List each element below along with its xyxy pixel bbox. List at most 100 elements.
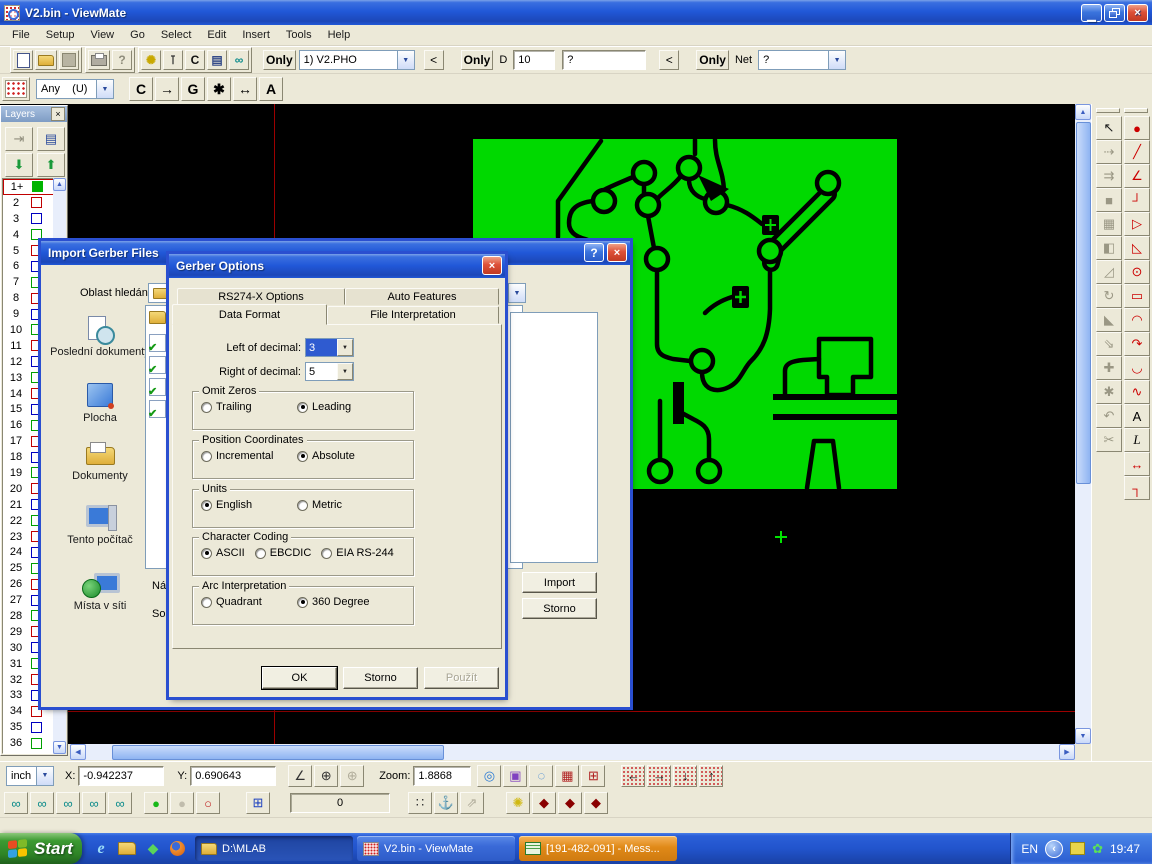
pad-corner-button[interactable]: ◆ <box>584 792 608 814</box>
layer-down-button[interactable]: ⬇ <box>5 153 33 177</box>
zoom-window-button[interactable]: ◌ <box>529 765 553 787</box>
circle-tool[interactable]: ⊙ <box>1124 260 1150 284</box>
tab-rs274x-options[interactable]: RS274-X Options <box>177 288 345 305</box>
radio-360-degree[interactable]: 360 Degree <box>297 596 370 608</box>
only-layer-button[interactable]: Only <box>263 50 296 70</box>
only-net-button[interactable]: Only <box>696 50 729 70</box>
label-tool[interactable]: L <box>1124 428 1150 452</box>
rectangle-tool[interactable]: ▭ <box>1124 284 1150 308</box>
cancel-button[interactable]: Storno <box>343 667 418 689</box>
radio-ebcdic[interactable]: EBCDIC <box>255 547 312 559</box>
scroll-down-button[interactable]: ▼ <box>1075 728 1091 744</box>
vertical-scroll-thumb[interactable] <box>1076 122 1091 484</box>
layers-scroll-up-button[interactable]: ▲ <box>53 178 66 191</box>
import-close-button[interactable]: × <box>607 243 627 262</box>
pad-small-button[interactable]: ◆ <box>558 792 582 814</box>
corner-tool[interactable]: ┐ <box>1124 476 1150 500</box>
right-of-decimal-arrow-icon[interactable]: ▼ <box>337 363 353 380</box>
zoom-value-field[interactable]: 1.8868 <box>413 766 471 786</box>
layers-scroll-down-button[interactable]: ▼ <box>53 741 66 754</box>
right-of-decimal-combo[interactable]: 5 ▼ <box>305 362 354 381</box>
pan-left-button[interactable]: ← <box>621 765 645 787</box>
fan-lines-tool[interactable]: ▷ <box>1124 212 1150 236</box>
layer-up-button[interactable]: ⬆ <box>37 153 65 177</box>
select-text-button[interactable]: A <box>259 77 283 101</box>
layers-panel-titlebar[interactable]: Layers × <box>1 106 67 122</box>
select-tool[interactable]: ↖ <box>1096 116 1122 140</box>
task-viewmate[interactable]: V2.bin - ViewMate <box>357 836 515 861</box>
place-tento-po-ta[interactable]: Tento počítač <box>50 503 150 546</box>
minimize-button[interactable]: ▁ <box>1081 4 1102 22</box>
checked-file-icon[interactable] <box>149 334 166 352</box>
scroll-right-button[interactable]: ▶ <box>1059 744 1075 760</box>
menu-insert[interactable]: Insert <box>234 27 278 43</box>
view-pads-button[interactable]: ∞ <box>4 792 28 814</box>
checked-file-icon[interactable] <box>149 378 166 396</box>
origin-crosshair-button[interactable]: ⊕ <box>314 765 338 787</box>
view-traces-button[interactable]: ∞ <box>30 792 54 814</box>
filled-pad-tool[interactable]: ■ <box>1096 188 1122 212</box>
left-of-decimal-combo[interactable]: 3 ▼ <box>305 338 354 357</box>
angle-measure-button[interactable]: ∠ <box>288 765 312 787</box>
open-file-button[interactable] <box>35 50 57 70</box>
gerber-dialog-titlebar[interactable]: Gerber Options <box>169 254 505 278</box>
tab-auto-features[interactable]: Auto Features <box>345 288 499 305</box>
toolbar-grip-left[interactable] <box>1096 108 1120 113</box>
tray-icon-2[interactable]: ✿ <box>1092 841 1103 857</box>
layer-send-button[interactable]: ⇥ <box>5 127 33 151</box>
prev-dcode-button[interactable]: < <box>659 50 679 70</box>
new-file-button[interactable] <box>13 50 33 70</box>
tray-chevron-button[interactable]: ‹ <box>1045 840 1063 858</box>
scroll-up-button[interactable]: ▲ <box>1075 104 1091 120</box>
menu-help[interactable]: Help <box>320 27 359 43</box>
radio-metric[interactable]: Metric <box>297 499 342 511</box>
zoom-in-button[interactable]: ◎ <box>477 765 501 787</box>
menu-tools[interactable]: Tools <box>278 27 320 43</box>
layer-stack-button[interactable]: ▤ <box>37 127 65 151</box>
apply-button[interactable]: Použít <box>424 667 499 689</box>
highlight-off-button[interactable]: ● <box>170 792 194 814</box>
quad-view-button[interactable]: ⊞ <box>246 792 270 814</box>
layers-close-button[interactable]: × <box>51 107 65 121</box>
film-colors-button[interactable]: ▤ <box>207 50 227 70</box>
tab-file-interpretation[interactable]: File Interpretation <box>327 306 499 324</box>
text-tool[interactable]: A <box>1124 404 1150 428</box>
menu-select[interactable]: Select <box>153 27 200 43</box>
snap-grid-button[interactable]: ∷ <box>408 792 432 814</box>
mirror-horizontal-tool[interactable]: ◧ <box>1096 236 1122 260</box>
menu-setup[interactable]: Setup <box>38 27 83 43</box>
menu-go[interactable]: Go <box>122 27 153 43</box>
view-sketch-button[interactable]: ∞ <box>108 792 132 814</box>
place-m-sta-v-s-ti[interactable]: Místa v síti <box>50 569 150 612</box>
snip-tool[interactable]: ✂ <box>1096 428 1122 452</box>
filled-area-tool[interactable]: ▦ <box>1096 212 1122 236</box>
rotate-tool[interactable]: ↻ <box>1096 284 1122 308</box>
tab-data-format[interactable]: Data Format <box>172 304 327 325</box>
elbow-trace-tool[interactable]: ┘ <box>1124 188 1150 212</box>
radio-trailing[interactable]: Trailing <box>201 401 287 413</box>
zoom-grid-button[interactable]: ▣ <box>503 765 527 787</box>
select-swap-button[interactable]: ↔ <box>233 77 257 101</box>
task-dmlab[interactable]: D:\MLAB <box>195 836 353 861</box>
measure-kit-button[interactable]: ⊺ <box>163 50 183 70</box>
radio-absolute[interactable]: Absolute <box>297 450 355 462</box>
settings-tool[interactable]: ✱ <box>1096 380 1122 404</box>
ie-icon[interactable]: e <box>92 840 110 858</box>
polyline-tool[interactable]: ∠ <box>1124 164 1150 188</box>
toolbar-grip-right[interactable] <box>1124 108 1148 113</box>
net-combo[interactable]: ? ▼ <box>758 50 846 70</box>
menu-view[interactable]: View <box>82 27 122 43</box>
explorer-folder-icon[interactable] <box>118 842 136 855</box>
curve-tool[interactable]: ↷ <box>1124 332 1150 356</box>
close-button[interactable]: × <box>1127 4 1148 22</box>
scale-tool[interactable]: ◣ <box>1096 308 1122 332</box>
pad-solid-button[interactable]: ◆ <box>532 792 556 814</box>
only-dcode-button[interactable]: Only <box>461 50 494 70</box>
print-button[interactable] <box>88 50 110 70</box>
dcode-field[interactable]: 10 <box>513 50 555 70</box>
start-button[interactable]: Start <box>0 833 82 864</box>
selection-filter-button[interactable] <box>2 77 30 101</box>
save-button[interactable] <box>59 50 79 70</box>
language-indicator[interactable]: EN <box>1021 842 1038 856</box>
folder-file-icon[interactable] <box>149 311 166 324</box>
